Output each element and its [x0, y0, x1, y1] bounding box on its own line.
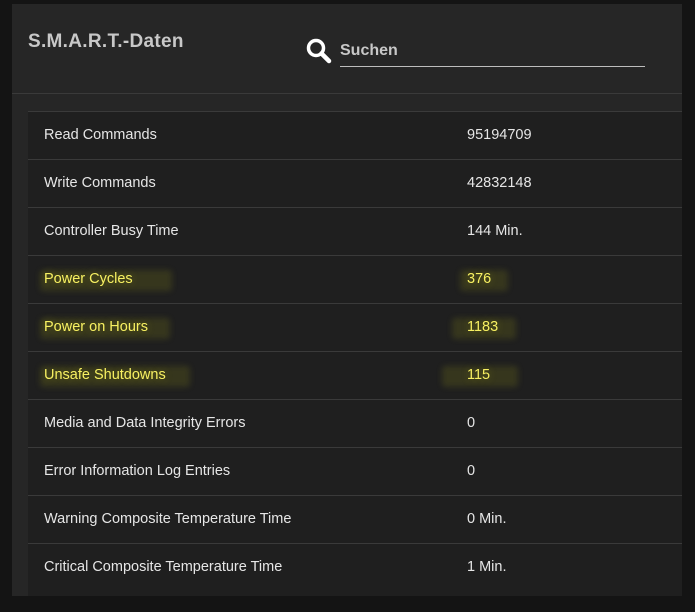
- smart-table: Read Commands 95194709 Write Commands 42…: [28, 111, 682, 596]
- table-row-highlighted: Unsafe Shutdowns 115: [28, 352, 682, 400]
- search-icon[interactable]: [305, 37, 333, 65]
- attribute-name: Read Commands: [44, 127, 157, 143]
- table-row-highlighted: Power Cycles 376: [28, 256, 682, 304]
- attribute-name: Power on Hours: [44, 319, 148, 335]
- search-field: [340, 34, 645, 67]
- table-row: Media and Data Integrity Errors 0: [28, 400, 682, 448]
- page-title: S.M.A.R.T.-Daten: [28, 31, 184, 52]
- attribute-value: 144 Min.: [467, 223, 523, 239]
- table-row: Write Commands 42832148: [28, 160, 682, 208]
- attribute-name: Unsafe Shutdowns: [44, 367, 166, 383]
- search-input[interactable]: [340, 34, 645, 66]
- attribute-value: 0: [467, 415, 476, 431]
- attribute-value: 42832148: [467, 175, 532, 191]
- attribute-value: 95194709: [467, 127, 532, 143]
- attribute-name: Critical Composite Temperature Time: [44, 559, 283, 575]
- smart-data-panel: S.M.A.R.T.-Daten Read Commands 95194709 …: [12, 4, 682, 596]
- panel-header: S.M.A.R.T.-Daten: [12, 4, 682, 94]
- attribute-name: Power Cycles: [44, 271, 133, 287]
- attribute-name: Warning Composite Temperature Time: [44, 511, 292, 527]
- attribute-value: 1183: [467, 319, 499, 335]
- table-row: Error Information Log Entries 0: [28, 448, 682, 496]
- attribute-name: Write Commands: [44, 175, 156, 191]
- table-row: Read Commands 95194709: [28, 112, 682, 160]
- attribute-name: Controller Busy Time: [44, 223, 179, 239]
- attribute-name: Media and Data Integrity Errors: [44, 415, 246, 431]
- attribute-value: 0 Min.: [467, 511, 507, 527]
- attribute-value: 1 Min.: [467, 559, 507, 575]
- table-row: Warning Composite Temperature Time 0 Min…: [28, 496, 682, 544]
- attribute-value: 115: [467, 367, 491, 383]
- table-row-highlighted: Power on Hours 1183: [28, 304, 682, 352]
- attribute-name: Error Information Log Entries: [44, 463, 231, 479]
- table-row: Controller Busy Time 144 Min.: [28, 208, 682, 256]
- table-row: Critical Composite Temperature Time 1 Mi…: [28, 544, 682, 592]
- attribute-value: 0: [467, 463, 476, 479]
- attribute-value: 376: [467, 271, 492, 287]
